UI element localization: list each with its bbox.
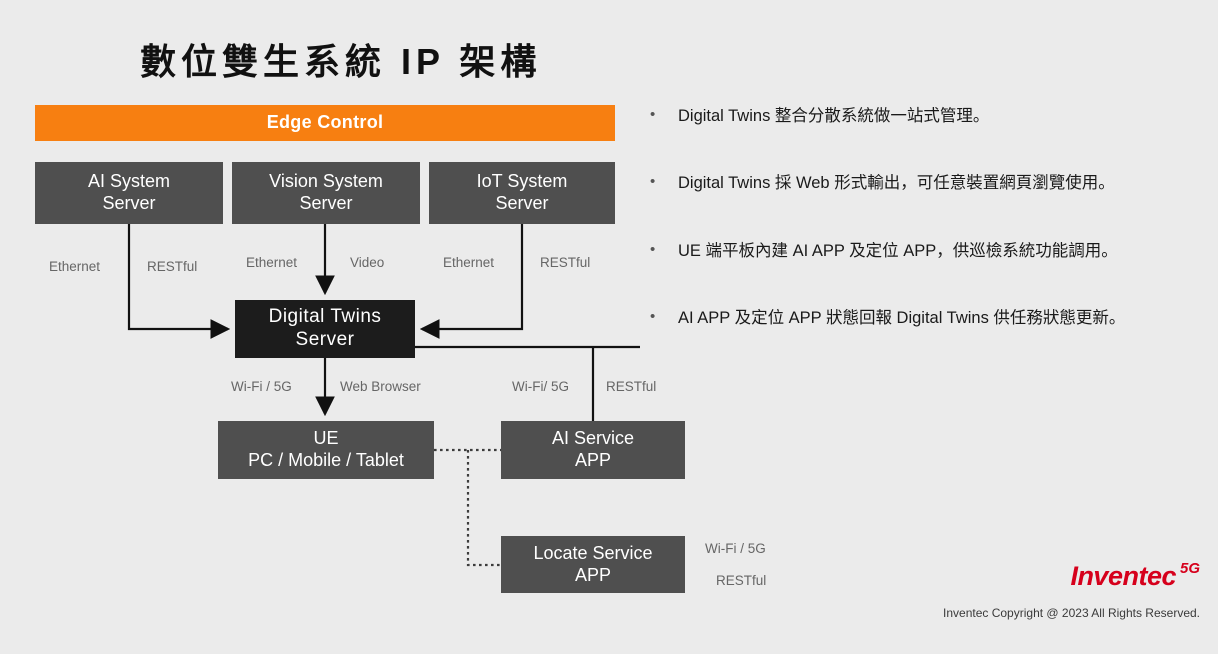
box-vision-system-server-line2: Server <box>299 193 353 213</box>
box-ai-system-server: AI System Server <box>35 162 223 224</box>
box-ue-line1: UE <box>313 428 339 449</box>
edge-control-banner: Edge Control <box>35 105 615 141</box>
box-ue: UE PC / Mobile / Tablet <box>218 421 434 479</box>
wire-label-ethernet-3: Ethernet <box>443 255 495 270</box>
inventec-logo-wordmark: Inventec <box>1070 561 1176 591</box>
wire-label-ethernet-2: Ethernet <box>246 255 298 270</box>
box-iot-system-server-line2: Server <box>495 193 549 213</box>
bullet-marker: • <box>650 173 656 191</box>
wire-label-ethernet-1: Ethernet <box>49 259 101 274</box>
inventec-logo-5g-badge: 5G <box>1179 560 1200 577</box>
box-vision-system-server-line1: Vision System <box>269 171 383 192</box>
box-digital-twins-server-line2: Server <box>295 329 355 350</box>
wire-label-restful-3: RESTful <box>606 379 657 394</box>
bullet-text: Digital Twins 採 Web 形式輸出，可任意裝置網頁瀏覽使用。 <box>678 174 1115 193</box>
bullet-item: • Digital Twins 採 Web 形式輸出，可任意裝置網頁瀏覽使用。 <box>650 172 1210 194</box>
box-locate-service-app-line1: Locate Service <box>533 542 653 563</box>
box-locate-service-app-line2: APP <box>574 564 612 585</box>
wire-label-wifi-5g-2: Wi-Fi/ 5G <box>512 379 569 394</box>
bullet-marker: • <box>650 240 656 258</box>
wire-label-restful-4: RESTful <box>716 573 767 588</box>
box-ai-system-server-line2: Server <box>102 193 156 213</box>
edge-control-label: Edge Control <box>266 112 384 133</box>
bullet-item: • UE 端平板內建 AI APP 及定位 APP，供巡檢系統功能調用。 <box>650 240 1210 262</box>
wire-label-wifi-5g-3: Wi-Fi / 5G <box>705 541 766 556</box>
inventec-logo: Inventec 5G <box>1070 560 1200 591</box>
box-vision-system-server: Vision System Server <box>232 162 420 224</box>
wire-label-restful-2: RESTful <box>540 255 591 270</box>
box-digital-twins-server-line1: Digital Twins <box>268 306 382 328</box>
bullet-item: • AI APP 及定位 APP 狀態回報 Digital Twins 供任務狀… <box>650 307 1210 329</box>
wire-label-restful-1: RESTful <box>147 259 198 274</box>
box-ue-line2: PC / Mobile / Tablet <box>248 450 404 470</box>
box-locate-service-app: Locate Service APP <box>501 536 685 593</box>
box-ai-service-app-line1: AI Service <box>551 428 635 449</box>
wire-label-video: Video <box>350 255 385 270</box>
slide-root: 數位雙生系統 IP 架構 Edge Control AI System Serv… <box>0 0 1218 654</box>
wire-label-wifi-5g-1: Wi-Fi / 5G <box>231 379 292 394</box>
box-digital-twins-server: Digital Twins Server <box>235 300 415 358</box>
copyright-text: Inventec Copyright @ 2023 All Rights Res… <box>943 606 1200 620</box>
box-iot-system-server-line1: IoT System <box>476 171 568 192</box>
bullet-text: AI APP 及定位 APP 狀態回報 Digital Twins 供任務狀態更… <box>678 308 1126 327</box>
bullet-list: • Digital Twins 整合分散系統做一站式管理。 • Digital … <box>650 105 1210 374</box>
box-iot-system-server: IoT System Server <box>429 162 615 224</box>
wire-label-web-browser: Web Browser <box>340 379 421 394</box>
bullet-marker: • <box>650 106 656 123</box>
bullet-marker: • <box>650 307 656 325</box>
architecture-diagram: Edge Control AI System Server Vision Sys… <box>0 0 766 654</box>
bullet-text: Digital Twins 整合分散系統做一站式管理。 <box>678 107 990 125</box>
box-ai-service-app-line2: APP <box>574 450 612 470</box>
box-ai-system-server-line1: AI System <box>87 171 171 192</box>
bullet-text: UE 端平板內建 AI APP 及定位 APP，供巡檢系統功能調用。 <box>678 241 1118 260</box>
bullet-item: • Digital Twins 整合分散系統做一站式管理。 <box>650 105 1210 127</box>
box-ai-service-app: AI Service APP <box>501 421 685 479</box>
